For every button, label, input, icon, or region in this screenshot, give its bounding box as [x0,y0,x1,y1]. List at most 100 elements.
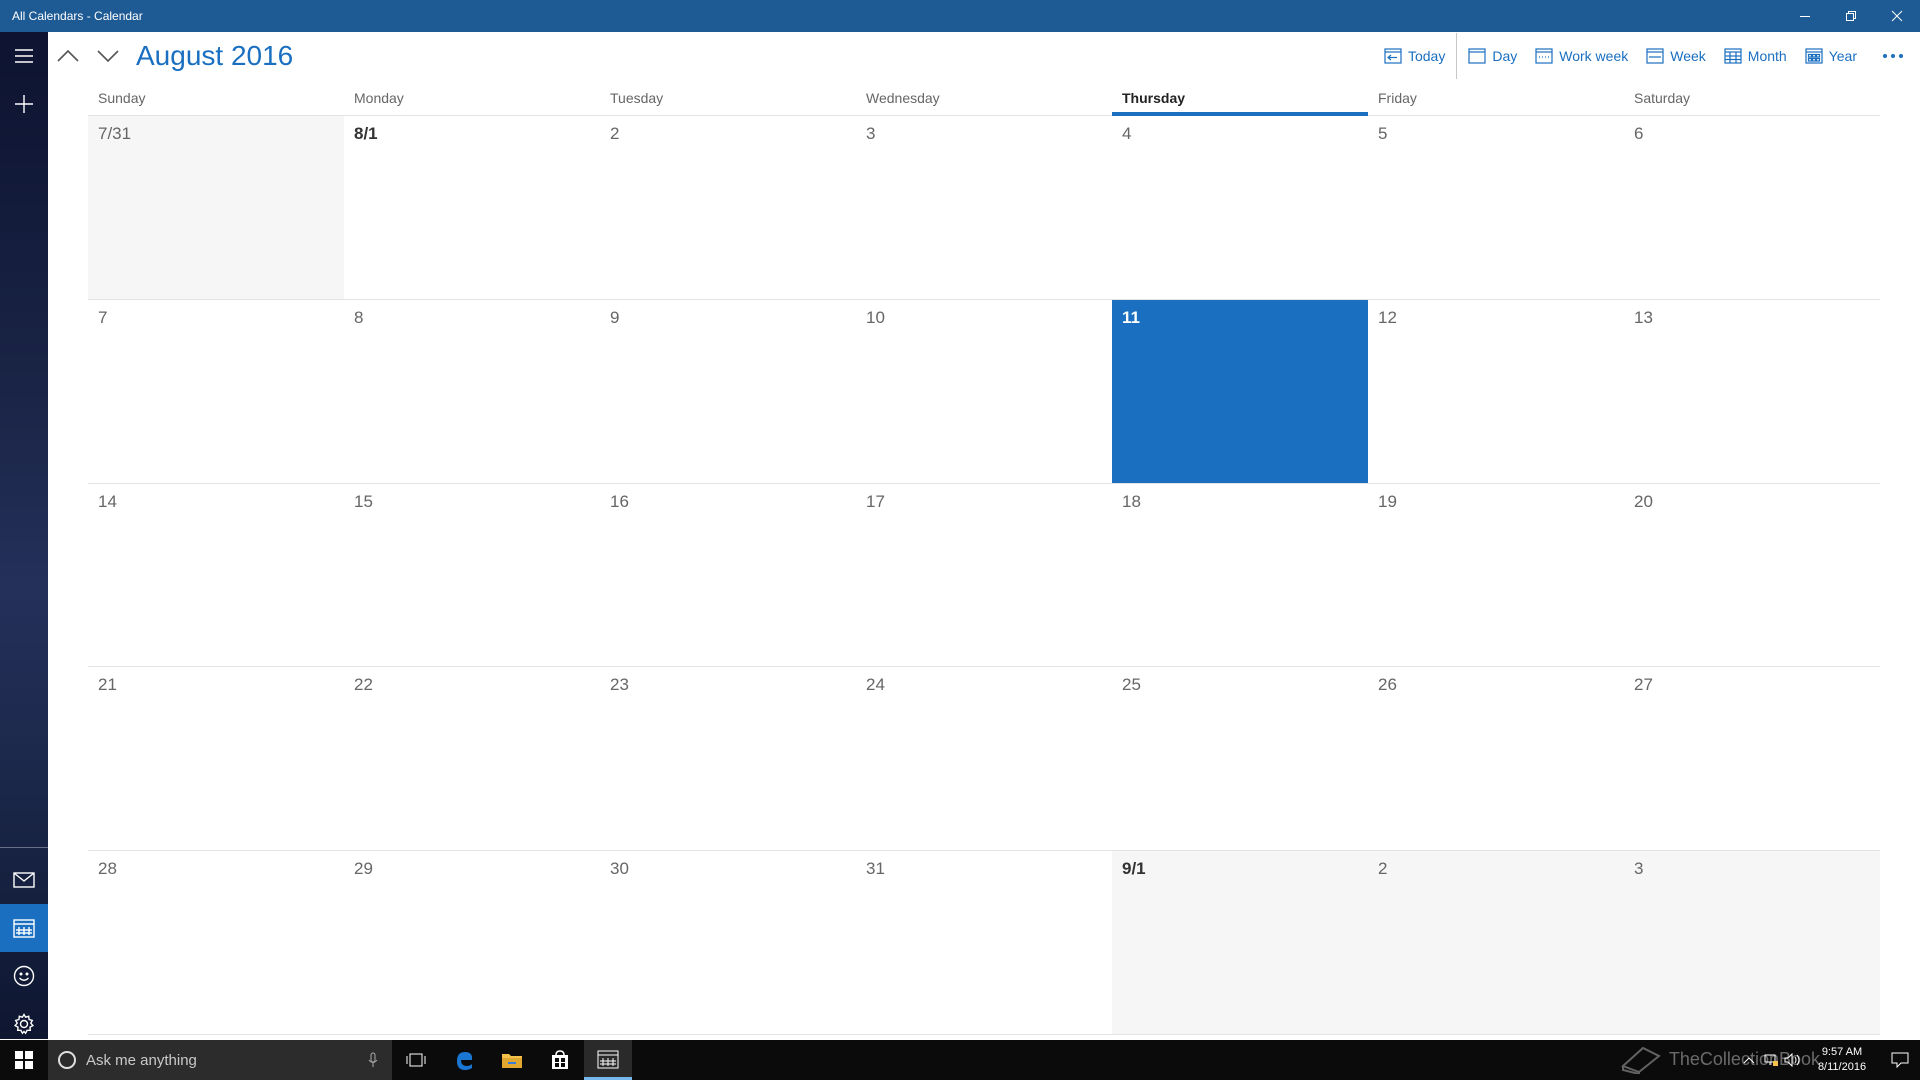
day-cell[interactable]: 8/1 [344,116,600,300]
more-dot [1899,54,1903,58]
calendar-app-button[interactable] [584,1040,632,1080]
hamburger-menu-button[interactable] [0,32,48,80]
calendar-icon [13,919,35,938]
microphone-icon[interactable] [368,1052,378,1068]
week-view-button[interactable]: Week [1637,38,1715,74]
day-cell[interactable]: 7/31 [88,116,344,300]
taskbar: Ask me anything TheCollectionBook 9:57 A… [0,1040,1920,1080]
more-dot [1891,54,1895,58]
left-rail [0,32,48,1039]
view-divider [1456,33,1458,79]
day-cell[interactable]: 4 [1112,116,1368,300]
day-view-label: Day [1492,48,1518,64]
day-cell[interactable]: 19 [1368,484,1624,668]
more-options-button[interactable] [1866,38,1920,74]
month-title[interactable]: August 2016 [136,40,293,72]
edge-browser-button[interactable] [440,1040,488,1080]
chevron-up-small-icon [1743,1057,1755,1064]
day-cell[interactable]: 13 [1624,300,1880,484]
day-cell[interactable]: 2 [600,116,856,300]
view-switcher: Today Day Work week Week Month Year [1375,32,1920,80]
cortana-search-box[interactable]: Ask me anything [48,1040,392,1080]
weekday-header-sunday: Sunday [98,90,146,106]
store-button[interactable] [536,1040,584,1080]
new-event-button[interactable] [0,80,48,128]
day-cell[interactable]: 3 [856,116,1112,300]
close-button[interactable] [1874,0,1920,32]
chevron-down-icon [97,50,119,63]
chevron-up-icon [57,49,79,62]
day-cell[interactable]: 8 [344,300,600,484]
day-cell[interactable]: 31 [856,851,1112,1035]
file-explorer-button[interactable] [488,1040,536,1080]
feedback-button[interactable] [0,952,48,1000]
gear-icon [13,1013,35,1035]
day-cell[interactable]: 27 [1624,667,1880,852]
day-cell[interactable]: 9 [600,300,856,484]
day-cell[interactable]: 14 [88,484,344,668]
minimize-button[interactable] [1782,0,1828,32]
weekday-header-row: Sunday Monday Tuesday Wednesday Thursday Frid… [88,84,1880,116]
calendar-button[interactable] [0,904,48,952]
year-view-button[interactable]: Year [1796,38,1866,74]
notification-icon [1891,1052,1909,1068]
show-hidden-icons-button[interactable] [1738,1040,1760,1080]
restore-icon [1846,11,1856,21]
day-cell[interactable]: 7 [88,300,344,484]
weekday-header-friday: Friday [1378,90,1417,106]
task-view-icon [406,1053,426,1067]
day-cell[interactable]: 30 [600,851,856,1035]
day-cell[interactable]: 18 [1112,484,1368,668]
plus-icon [15,95,33,113]
next-month-button[interactable] [88,36,128,76]
day-cell[interactable]: 25 [1112,667,1368,852]
day-view-icon [1468,48,1486,64]
weekday-header-monday: Monday [354,90,404,106]
day-cell[interactable]: 5 [1368,116,1624,300]
taskbar-clock[interactable]: 9:57 AM 8/11/2016 [1804,1045,1880,1075]
day-cell[interactable]: 16 [600,484,856,668]
work-week-view-button[interactable]: Work week [1526,38,1637,74]
day-view-button[interactable]: Day [1459,38,1526,74]
month-view-button[interactable]: Month [1715,38,1796,74]
day-cell[interactable]: 29 [344,851,600,1035]
day-cell-today[interactable]: 11 [1112,299,1368,484]
work-week-icon [1535,48,1553,64]
day-cell[interactable]: 10 [856,300,1112,484]
year-view-label: Year [1828,48,1857,64]
mail-button[interactable] [0,856,48,904]
day-cell[interactable]: 2 [1368,851,1624,1035]
volume-button[interactable] [1782,1040,1804,1080]
search-placeholder: Ask me anything [86,1051,197,1069]
edge-icon [457,1052,473,1070]
network-button[interactable] [1760,1040,1782,1080]
more-dot [1883,54,1887,58]
day-cell[interactable]: 26 [1368,667,1624,852]
day-cell[interactable]: 6 [1624,116,1880,300]
start-button[interactable] [0,1040,48,1080]
clock-date: 8/11/2016 [1817,1061,1867,1073]
day-cell[interactable]: 22 [344,667,600,852]
smiley-icon [13,965,35,987]
day-cell[interactable]: 24 [856,667,1112,852]
action-center-button[interactable] [1880,1040,1920,1080]
day-cell[interactable]: 20 [1624,484,1880,668]
day-cell[interactable]: 9/1 [1112,851,1368,1035]
today-button[interactable]: Today [1375,38,1454,74]
restore-button[interactable] [1828,0,1874,32]
day-cell[interactable]: 15 [344,484,600,668]
today-icon [1384,48,1402,64]
day-cell[interactable]: 17 [856,484,1112,668]
work-week-label: Work week [1559,48,1629,64]
day-cell[interactable]: 3 [1624,851,1880,1035]
previous-month-button[interactable] [48,36,88,76]
task-view-button[interactable] [392,1040,440,1080]
day-cell[interactable]: 21 [88,667,344,852]
mail-icon [13,872,35,888]
day-cell[interactable]: 12 [1368,300,1624,484]
system-tray: 9:57 AM 8/11/2016 [1738,1040,1920,1080]
today-label: Today [1407,48,1446,64]
calendar-taskbar-icon [597,1050,619,1068]
day-cell[interactable]: 28 [88,851,344,1035]
day-cell[interactable]: 23 [600,667,856,852]
